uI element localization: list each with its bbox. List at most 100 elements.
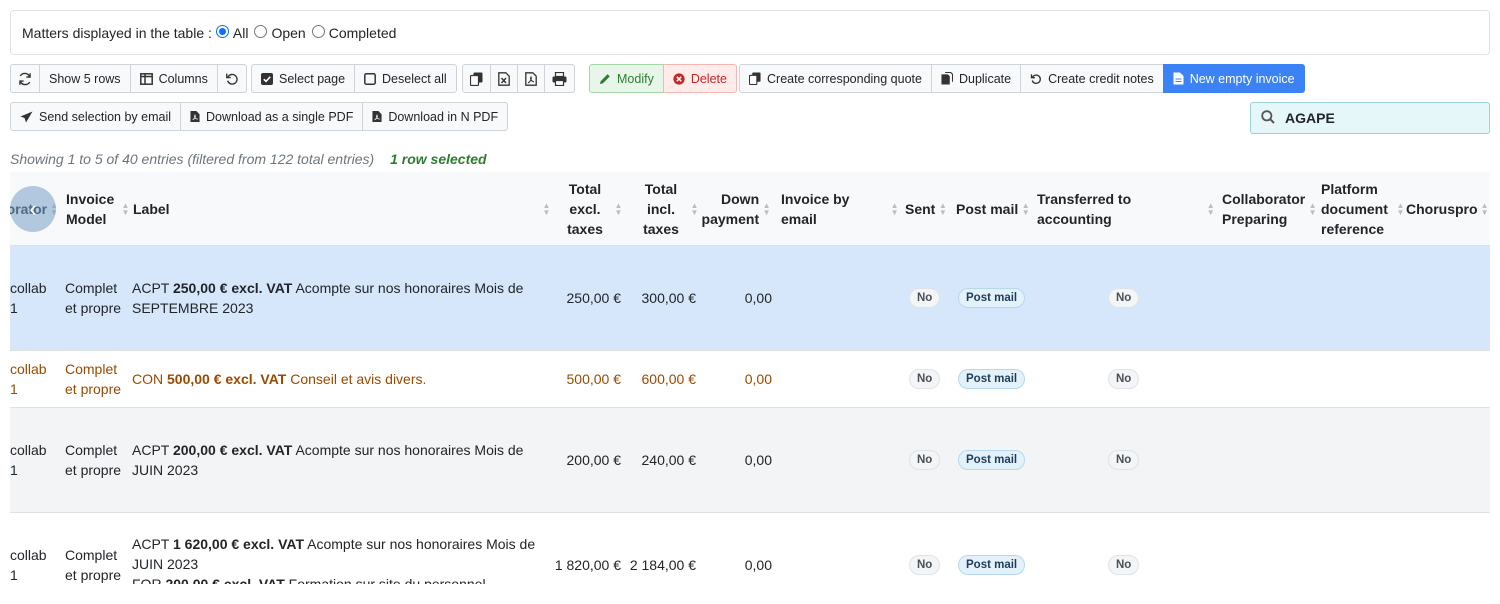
filter-option-all[interactable]: All [215,25,248,41]
cell-total-excl: 250,00 € [566,290,622,306]
new-empty-invoice-button[interactable]: New empty invoice [1162,64,1305,93]
cell-post-mail: Post mail [958,513,1026,584]
file-excel-icon [498,71,510,86]
cell-post-mail: Post mail [958,246,1026,350]
post-mail-badge: Post mail [958,369,1026,389]
pdf-export-button[interactable] [517,64,545,93]
col-sent[interactable]: Sent ▲ ▼ [905,172,950,245]
cell-sent: No [909,513,941,584]
cell-down-payment: 0,00 [744,290,772,306]
deselect-all-button[interactable]: Deselect all [354,64,457,93]
cell-transferred: No [1108,513,1140,584]
file-pdf-icon [372,110,382,123]
sent-badge: No [909,288,941,308]
cell-collaborator: collab 1 [10,547,47,583]
col-total-excl[interactable]: Total excl. taxes ▲ ▼ [555,172,623,245]
duplicate-button[interactable]: Duplicate [930,64,1022,93]
file-pdf-icon [190,110,200,123]
cell-sent: No [909,408,941,512]
cell-invoice-model: Complet et propre [65,280,122,316]
undo-icon [1030,73,1042,85]
cell-total-excl: 500,00 € [566,371,622,387]
sort-icon: ▲▼ [542,200,551,217]
col-platform-ref[interactable]: Platform document reference ▲ ▼ [1321,172,1407,245]
show-rows-button[interactable]: Show 5 rows [39,64,131,93]
columns-button[interactable]: Columns [129,64,218,93]
search-box[interactable] [1250,102,1490,134]
col-down-payment[interactable]: Down payment ▲ ▼ [700,172,771,245]
col-invoice-email[interactable]: Invoice by email ▲ ▼ [781,172,899,245]
radio-all[interactable] [215,25,229,38]
filter-option-open[interactable]: Open [254,25,306,41]
post-mail-badge: Post mail [958,288,1026,308]
sent-badge: No [909,369,941,389]
table-row[interactable]: collab 1 Complet et propre ACPT 1 620,00… [10,512,1490,584]
sort-icon: ▲▼ [690,200,699,217]
sort-icon: ▲▼ [121,200,130,217]
checkbox-empty-icon [364,72,376,85]
col-transferred[interactable]: Transferred to accounting ▲ ▼ [1037,172,1215,245]
sort-icon: ▲▼ [762,200,771,217]
print-icon [552,71,567,86]
cell-sent: No [909,246,941,350]
col-invoice-model[interactable]: Invoice Model ▲ ▼ [66,172,134,245]
refresh-icon [18,72,32,86]
col-collab-preparing[interactable]: Collaborator Preparing ▲ ▼ [1222,172,1317,245]
cell-transferred: No [1108,246,1140,350]
matters-filter-bar: Matters displayed in the table : All Ope… [10,10,1490,55]
delete-circle-icon [673,72,685,85]
copy-icon [470,72,483,86]
refresh-button[interactable] [10,64,40,93]
select-page-button[interactable]: Select page [251,64,356,93]
table-info: Showing 1 to 5 of 40 entries (filtered f… [10,151,487,167]
sort-icon: ▲▼ [1021,200,1030,217]
filter-option-completed[interactable]: Completed [311,25,396,41]
post-mail-badge: Post mail [958,555,1026,575]
col-total-incl[interactable]: Total incl. taxes ▲ ▼ [630,172,699,245]
table-row[interactable]: collab 1 Complet et propre ACPT 250,00 €… [10,245,1490,350]
cell-label: ACPT 200,00 € excl. VAT Acompte sur nos … [132,442,524,478]
send-download-group: Send selection by email Download as a si… [10,102,509,131]
radio-completed[interactable] [311,25,325,38]
table-row[interactable]: collab 1 Complet et propre ACPT 200,00 €… [10,407,1490,512]
cell-total-incl: 300,00 € [641,290,697,306]
cell-total-excl: 200,00 € [566,452,622,468]
send-icon [20,111,33,123]
scroll-left-button[interactable]: ‹ [10,186,56,232]
sort-icon: ▲▼ [1308,200,1317,217]
search-icon [1261,109,1275,127]
table-controls-group: Show 5 rows Columns [10,64,247,93]
sort-icon: ▲▼ [938,200,947,217]
col-post-mail[interactable]: Post mail ▲ ▼ [956,172,1036,245]
col-label[interactable]: Label ▲ ▼ [133,172,551,245]
cell-label: ACPT 1 620,00 € excl. VAT Acompte sur no… [132,536,536,584]
col-choruspro[interactable]: Choruspro ▲ ▼ [1406,172,1488,245]
search-input[interactable] [1283,109,1483,127]
send-email-button[interactable]: Send selection by email [10,102,182,131]
cell-sent: No [909,351,941,407]
cell-post-mail: Post mail [958,408,1026,512]
invoices-table: orator ▲▼ Invoice Model ▲▼ Label ▲▼ Tota… [10,172,1490,584]
pencil-icon [599,73,611,85]
cell-down-payment: 0,00 [744,452,772,468]
print-button[interactable] [544,64,575,93]
cell-total-excl: 1 820,00 € [554,557,621,573]
radio-open[interactable] [254,25,268,38]
undo-icon [225,72,239,86]
cell-invoice-model: Complet et propre [65,547,122,583]
reset-button[interactable] [216,64,247,93]
sort-icon: ▲▼ [1206,200,1215,217]
create-quote-button[interactable]: Create corresponding quote [739,64,932,93]
excel-export-button[interactable] [490,64,518,93]
download-single-pdf-button[interactable]: Download as a single PDF [180,102,364,131]
download-n-pdf-button[interactable]: Download in N PDF [362,102,509,131]
modify-button[interactable]: Modify [589,64,664,93]
filter-label: Matters displayed in the table : [22,24,212,41]
table-row[interactable]: collab 1 Complet et propre CON 500,00 € … [10,350,1490,407]
delete-button[interactable]: Delete [662,64,737,93]
copy-button[interactable] [462,64,491,93]
create-credit-notes-button[interactable]: Create credit notes [1020,64,1164,93]
sent-badge: No [909,450,941,470]
transferred-badge: No [1108,369,1140,389]
cell-total-incl: 240,00 € [641,452,697,468]
